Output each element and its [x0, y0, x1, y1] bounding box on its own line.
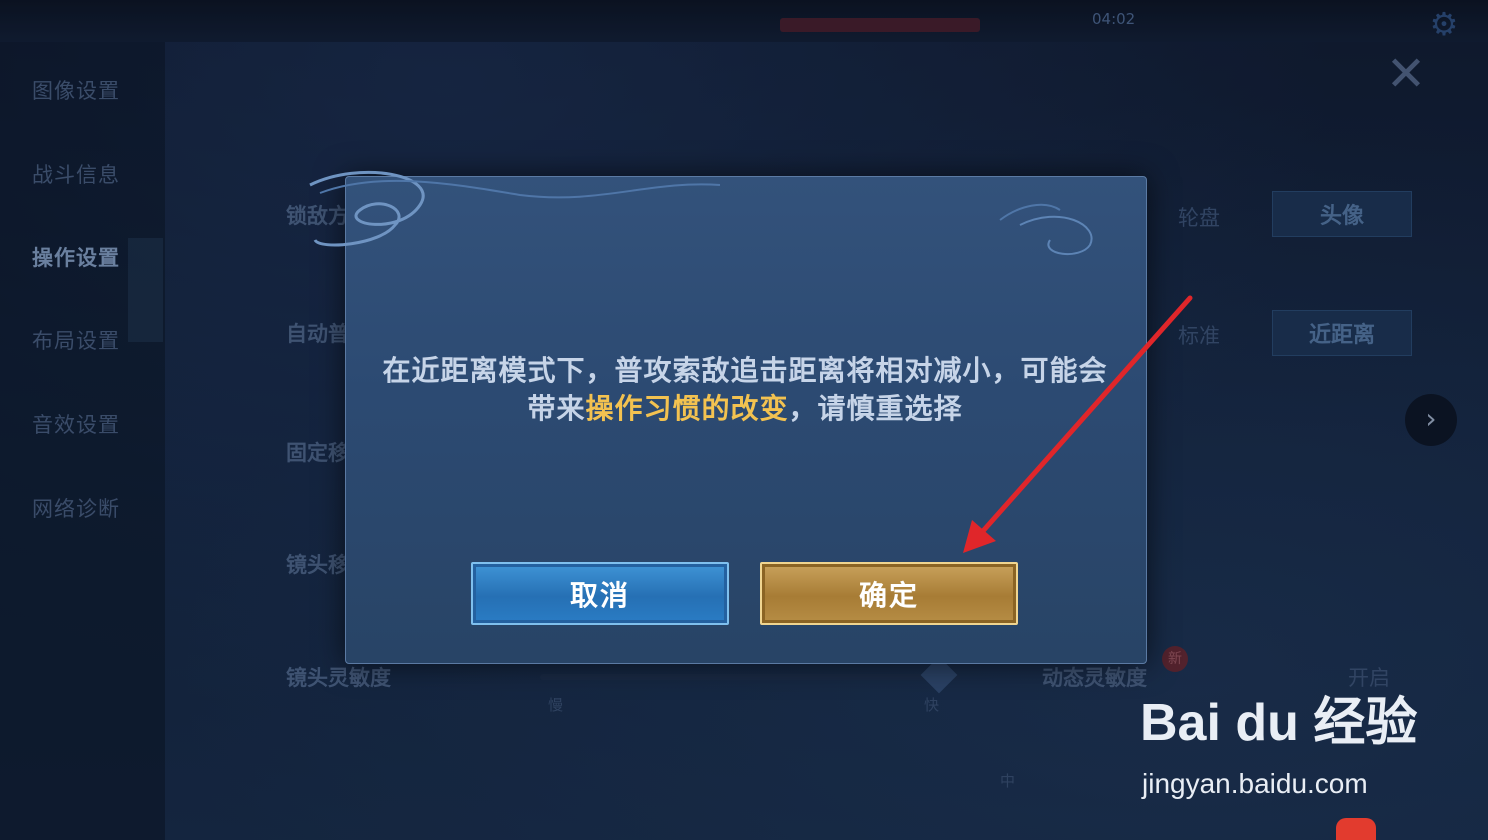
watermark-url: jingyan.baidu.com — [1142, 768, 1368, 799]
baidu-logo: Bai du 经验 — [1140, 694, 1418, 752]
dialog-message: 在近距离模式下，普攻索敌追击距离将相对减小，可能会带来操作习惯的改变，请慎重选择 — [370, 352, 1120, 428]
dialog-message-highlight: 操作习惯的改变 — [585, 392, 789, 425]
input-method-icon — [1336, 818, 1376, 840]
dialog-swirl-ornament — [309, 170, 1093, 256]
confirm-button[interactable]: 确定 — [760, 562, 1018, 625]
cancel-button[interactable]: 取消 — [471, 562, 729, 625]
baidu-jingyan-watermark: Bai du 经验 jingyan.baidu.com — [1140, 680, 1420, 800]
dialog-message-part2: ，请慎重选择 — [788, 392, 963, 425]
